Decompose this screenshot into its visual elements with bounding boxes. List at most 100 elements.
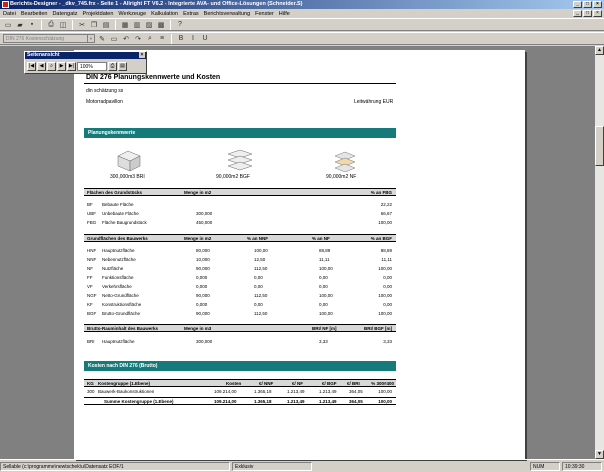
cell: 10,000 <box>196 257 210 262</box>
open-icon[interactable]: ▰ <box>15 20 25 30</box>
status-num: NUM <box>530 461 560 471</box>
cell: 80,000 <box>196 248 210 253</box>
cell: 1.365,18 <box>254 389 272 394</box>
copy-icon[interactable]: ❐ <box>89 20 99 30</box>
cell: 0,00 <box>319 275 328 280</box>
menu-projektdaten[interactable]: Projektdaten <box>83 11 114 17</box>
cell: 300,000 <box>196 339 213 344</box>
cell: NNF <box>87 257 97 262</box>
status-time: 10:39:30 <box>562 461 602 471</box>
table-row: KF Konstruktionsfläche 0,000 0,00 0,00 0,00 <box>84 301 396 309</box>
last-page-icon[interactable]: ▶| <box>67 62 76 71</box>
close-icon[interactable]: × <box>139 52 145 58</box>
menu-hilfe[interactable]: Hilfe <box>279 11 290 17</box>
cell: Bauwerk-Baukonstruktionen <box>98 389 155 394</box>
cell: 0,00 <box>254 275 263 280</box>
table-row: FF Funktionsfläche 0,000 0,00 0,00 0,00 <box>84 274 396 282</box>
cell: 300,000 <box>196 211 213 216</box>
paste-icon[interactable]: ▤ <box>101 20 111 30</box>
cell: 3,33 <box>319 339 328 344</box>
cell: Funktionsfläche <box>102 275 134 280</box>
prev-page-icon[interactable]: ◀ <box>37 62 46 71</box>
menu-werkzeuge[interactable]: Werkzeuge <box>118 11 146 17</box>
edit-icon[interactable]: ✎ <box>97 34 107 44</box>
print-icon[interactable]: ⎙ <box>46 20 56 30</box>
cell: 11,11 <box>319 257 330 262</box>
undo-icon[interactable]: ↶ <box>121 34 131 44</box>
cell: HNF <box>87 248 97 253</box>
sum-row: Summe Kostengruppe (1.Ebene) 109.214,00 … <box>84 397 396 405</box>
table-icon[interactable]: ▥ <box>132 20 142 30</box>
chart-icon[interactable]: ▨ <box>144 20 154 30</box>
grid-icon[interactable]: ▦ <box>120 20 130 30</box>
app-icon <box>2 1 9 8</box>
cell: 450,000 <box>196 220 213 225</box>
frame-icon[interactable]: ▭ <box>109 34 119 44</box>
report-page: DIN 276 Planungskennwerte und Kosten din… <box>74 50 525 459</box>
window-title: Berichts-Designer - _dkv_745.frx - Seite… <box>10 1 303 7</box>
export-icon[interactable]: ▤ <box>118 62 127 71</box>
menu-datengatz[interactable]: Datengatz <box>52 11 77 17</box>
page-view-panel[interactable]: Seitenansicht × |◀ ◀ ⌕ ▶ ▶| 100% ⎙ ▤ <box>24 51 147 74</box>
minimize-button[interactable]: _ <box>573 1 582 8</box>
save-icon[interactable]: ▪ <box>27 20 37 30</box>
maximize-button[interactable]: □ <box>583 1 592 8</box>
vertical-scrollbar[interactable]: ▲ ▼ <box>595 46 604 459</box>
zoom-select[interactable]: 100% <box>77 62 107 71</box>
table-row: BF Bebaute Fläche 22,22 <box>84 201 396 209</box>
cell: 1.213,49 <box>287 389 305 394</box>
italic-icon[interactable]: I <box>188 34 198 44</box>
t1-header: Flächen des Grundstücks Menge in m2 % an… <box>84 188 396 196</box>
cell: Nebennutzfläche <box>102 257 136 262</box>
help-icon[interactable]: ? <box>175 20 185 30</box>
cell: 3,33 <box>383 339 392 344</box>
zoom-icon[interactable]: ⌕ <box>47 62 56 71</box>
mdi-restore-button[interactable]: □ <box>583 10 592 17</box>
cell: BRI <box>87 339 95 344</box>
new-icon[interactable]: ▭ <box>3 20 13 30</box>
zoom-value: 100% <box>80 64 93 70</box>
print-icon[interactable]: ⎙ <box>108 62 117 71</box>
t4-head-7: % 300#400 <box>371 381 394 386</box>
t3-header: Brutto-Rauminhalt des Bauwerks Menge in … <box>84 324 396 332</box>
cell: 100,00 <box>378 220 392 225</box>
cell: 100,00 <box>254 248 268 253</box>
menu-extras[interactable]: Extras <box>183 11 199 17</box>
cell: NF <box>87 266 93 271</box>
mdi-minimize-button[interactable]: _ <box>573 10 582 17</box>
menu-fenster[interactable]: Fenster <box>255 11 274 17</box>
menu-bearbeiten[interactable]: Bearbeiten <box>21 11 48 17</box>
cell: 0,000 <box>196 284 208 289</box>
cut-icon[interactable]: ✂ <box>77 20 87 30</box>
scroll-thumb[interactable] <box>595 126 604 166</box>
menu-berichtsverwaltung[interactable]: Berichtsverwaltung <box>204 11 250 17</box>
menu-datei[interactable]: Datei <box>3 11 16 17</box>
report-combo[interactable]: DIN 276 Kostenschätzung ▼ <box>3 34 95 43</box>
scroll-down-icon[interactable]: ▼ <box>595 450 604 459</box>
first-page-icon[interactable]: |◀ <box>27 62 36 71</box>
project-name: Motorradpavillon <box>86 99 123 105</box>
cell: 90,000 <box>196 293 210 298</box>
page-view-title: Seitenansicht × <box>25 52 146 59</box>
zoom-icon[interactable]: ⌕ <box>145 34 155 44</box>
bold-icon[interactable]: B <box>176 34 186 44</box>
t4-head-0: KG <box>87 381 94 386</box>
menu-kalkulation[interactable]: Kalkulation <box>151 11 178 17</box>
t1-head-1: Menge in m2 <box>184 190 212 195</box>
redo-icon[interactable]: ↷ <box>133 34 143 44</box>
underline-icon[interactable]: U <box>200 34 210 44</box>
scroll-up-icon[interactable]: ▲ <box>595 46 604 55</box>
next-page-icon[interactable]: ▶ <box>57 62 66 71</box>
currency-label: Leitwährung EUR <box>354 99 394 105</box>
chevron-down-icon[interactable]: ▼ <box>87 35 94 42</box>
cell: 90,000 <box>196 311 210 316</box>
table-row: 300 Bauwerk-Baukonstruktionen 109.214,00… <box>84 388 396 396</box>
preview-icon[interactable]: ◫ <box>58 20 68 30</box>
cell: 0,00 <box>383 284 392 289</box>
list-icon[interactable]: ≡ <box>157 34 167 44</box>
calc-icon[interactable]: ▩ <box>156 20 166 30</box>
t2-head-4: % an BGF <box>370 236 392 241</box>
mdi-close-button[interactable]: × <box>593 10 602 17</box>
cell: FF <box>87 275 93 280</box>
close-button[interactable]: × <box>593 1 602 8</box>
